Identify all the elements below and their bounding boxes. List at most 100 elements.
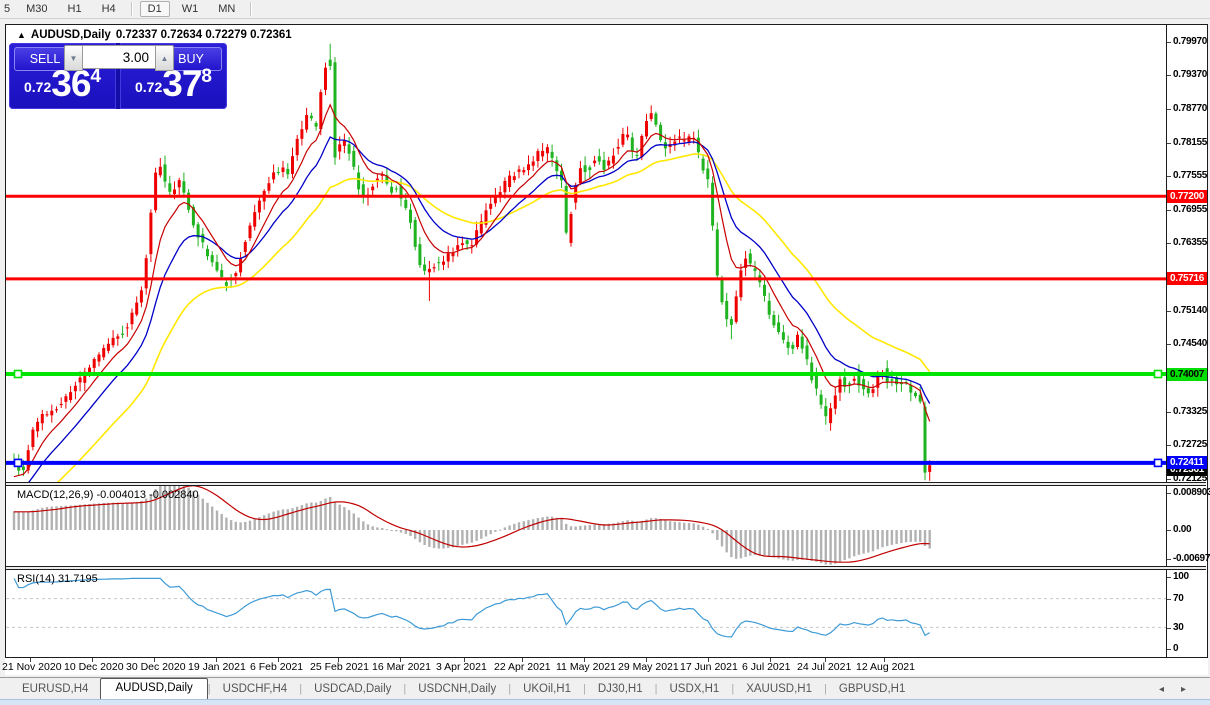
chart-tab-GBPUSD-H1[interactable]: GBPUSD,H1 [827, 680, 917, 699]
rsi-axis-tickmark [1167, 599, 1171, 600]
chart-window: ▲AUDUSD,Daily0.72337 0.72634 0.72279 0.7… [5, 24, 1208, 658]
price-line-badge: 0.72411 [1167, 456, 1207, 469]
chart-tab-XAUUSD-H1[interactable]: XAUUSD,H1 [734, 680, 824, 699]
volume-increase-button[interactable]: ▲ [155, 45, 174, 71]
date-axis-label: 6 Jul 2021 [742, 661, 790, 673]
candles-layer [13, 44, 932, 481]
macd-axis-tick-label: 0.008903 [1173, 487, 1210, 498]
level-line-handle [1155, 459, 1162, 466]
price-axis[interactable]: 0.79970 0.79370 0.78770 0.78155 0.77555 0.769… [1167, 25, 1207, 657]
moving-average-line [14, 137, 930, 482]
date-axis-label: 25 Feb 2021 [310, 661, 369, 673]
rsi-axis-tickmark [1167, 628, 1171, 629]
timeframe-button-D1[interactable]: D1 [140, 1, 170, 17]
date-axis-label: 29 May 2021 [618, 661, 679, 673]
timeframe-button-W1[interactable]: W1 [174, 2, 207, 16]
price-axis-tickmark [1167, 42, 1171, 43]
volume-input[interactable] [83, 45, 155, 69]
tab-scroll-left-icon[interactable]: ◂ [1159, 684, 1164, 695]
price-axis-tick-label: 0.76955 [1173, 204, 1207, 215]
macd-axis-tickmark [1167, 559, 1171, 560]
plot-area[interactable]: ▲AUDUSD,Daily0.72337 0.72634 0.72279 0.7… [6, 25, 1167, 657]
chart-tab-UKOil-H1[interactable]: UKOil,H1 [511, 680, 583, 699]
chart-tab-USDX-H1[interactable]: USDX,H1 [657, 680, 731, 699]
arrow-down-icon: ▼ [70, 54, 78, 63]
price-axis-tick-label: 0.78155 [1173, 137, 1207, 148]
timeframe-button-M30[interactable]: M30 [18, 2, 55, 16]
rsi-axis-tick-label: 70 [1173, 593, 1184, 604]
rsi-axis-tick-label: 100 [1173, 571, 1189, 582]
price-axis-tickmark [1167, 210, 1171, 211]
horizontal-level-lines[interactable] [6, 196, 1166, 466]
macd-axis-tick-label: 0.00 [1173, 524, 1191, 535]
macd-axis-tickmark [1167, 530, 1171, 531]
toolbar-separator [250, 2, 252, 16]
pane-splitter[interactable] [6, 482, 1206, 486]
date-axis-label: 30 Dec 2020 [126, 661, 186, 673]
chart-tabs-bar: EURUSD,H4AUDUSD,Daily|USDCHF,H4|USDCAD,D… [0, 677, 1210, 699]
timeframe-button-5[interactable]: 5 [0, 2, 14, 16]
date-axis-label: 24 Jul 2021 [797, 661, 851, 673]
rsi-axis-tick-label: 0 [1173, 643, 1178, 654]
date-axis-label: 3 Apr 2021 [436, 661, 487, 673]
macd-axis-tick-label: -0.006977 [1173, 553, 1210, 564]
price-axis-tickmark [1167, 412, 1171, 413]
date-axis[interactable]: 21 Nov 202010 Dec 202030 Dec 202019 Jan … [5, 658, 1208, 675]
level-line-handle [1155, 371, 1162, 378]
price-axis-tick-label: 0.77555 [1173, 170, 1207, 181]
date-axis-label: 22 Apr 2021 [494, 661, 551, 673]
price-axis-tickmark [1167, 445, 1171, 446]
price-axis-tickmark [1167, 75, 1171, 76]
price-axis-tickmark [1167, 344, 1171, 345]
price-axis-tickmark [1167, 176, 1171, 177]
toolbar-separator [131, 2, 133, 16]
price-axis-tickmark [1167, 243, 1171, 244]
price-axis-tick-label: 0.78770 [1173, 103, 1207, 114]
chart-tab-USDCHF-H4[interactable]: USDCHF,H4 [211, 680, 300, 699]
price-axis-tickmark [1167, 143, 1171, 144]
chart-tab-DJ30-H1[interactable]: DJ30,H1 [586, 680, 655, 699]
date-axis-label: 11 May 2021 [556, 661, 616, 673]
chart-ohlc-header: ▲AUDUSD,Daily0.72337 0.72634 0.72279 0.7… [17, 29, 297, 41]
rsi-axis-tickmark [1167, 649, 1171, 650]
date-axis-label: 21 Nov 2020 [2, 661, 62, 673]
level-line-handle [15, 371, 22, 378]
level-line-handle [15, 459, 22, 466]
price-line-badge: 0.75716 [1167, 272, 1207, 285]
chart-tab-USDCAD-Daily[interactable]: USDCAD,Daily [302, 680, 403, 699]
price-line-badge: 0.77200 [1167, 190, 1207, 203]
chart-symbol: AUDUSD,Daily [31, 29, 111, 41]
timeframe-button-H1[interactable]: H1 [60, 2, 90, 16]
tab-scroll-right-icon[interactable]: ▸ [1181, 684, 1186, 695]
buy-price-prefix: 0.72 [135, 79, 162, 95]
price-axis-tickmark [1167, 109, 1171, 110]
date-axis-label: 19 Jan 2021 [188, 661, 246, 673]
rsi-axis-tick-label: 30 [1173, 622, 1184, 633]
price-axis-tick-label: 0.72725 [1173, 439, 1207, 450]
price-axis-tick-label: 0.79970 [1173, 36, 1207, 47]
macd-axis-tickmark [1167, 493, 1171, 494]
pane-splitter[interactable] [6, 566, 1206, 570]
volume-decrease-button[interactable]: ▼ [64, 45, 83, 71]
price-axis-tick-label: 0.74540 [1173, 338, 1207, 349]
date-axis-label: 10 Dec 2020 [64, 661, 124, 673]
price-axis-tick-label: 0.76355 [1173, 237, 1207, 248]
price-line-badge: 0.74007 [1167, 368, 1207, 381]
chart-tab-EURUSD-H4[interactable]: EURUSD,H4 [10, 680, 100, 699]
chart-tab-AUDUSD-Daily[interactable]: AUDUSD,Daily [100, 678, 207, 700]
price-axis-tickmark [1167, 311, 1171, 312]
price-axis-tick-label: 0.79370 [1173, 69, 1207, 80]
rsi-label: RSI(14) 31.7195 [17, 573, 98, 585]
status-strip [0, 699, 1210, 705]
chart-tab-USDCNH-Daily[interactable]: USDCNH,Daily [406, 680, 508, 699]
volume-control: ▼ ▲ [64, 45, 174, 71]
date-axis-label: 16 Mar 2021 [372, 661, 431, 673]
timeframe-button-H4[interactable]: H4 [94, 2, 124, 16]
timeframe-toolbar: 5 M30 H1 H4 D1 W1MN [0, 0, 1210, 19]
timeframe-button-MN[interactable]: MN [210, 2, 243, 16]
rsi-indicator-chart[interactable] [6, 570, 1166, 657]
sell-price-prefix: 0.72 [24, 79, 51, 95]
one-click-trading-panel: SELL 0.72364 BUY 0.72378 ▼ ▲ [9, 43, 227, 109]
date-axis-label: 12 Aug 2021 [856, 661, 915, 673]
rsi-line [14, 578, 930, 637]
